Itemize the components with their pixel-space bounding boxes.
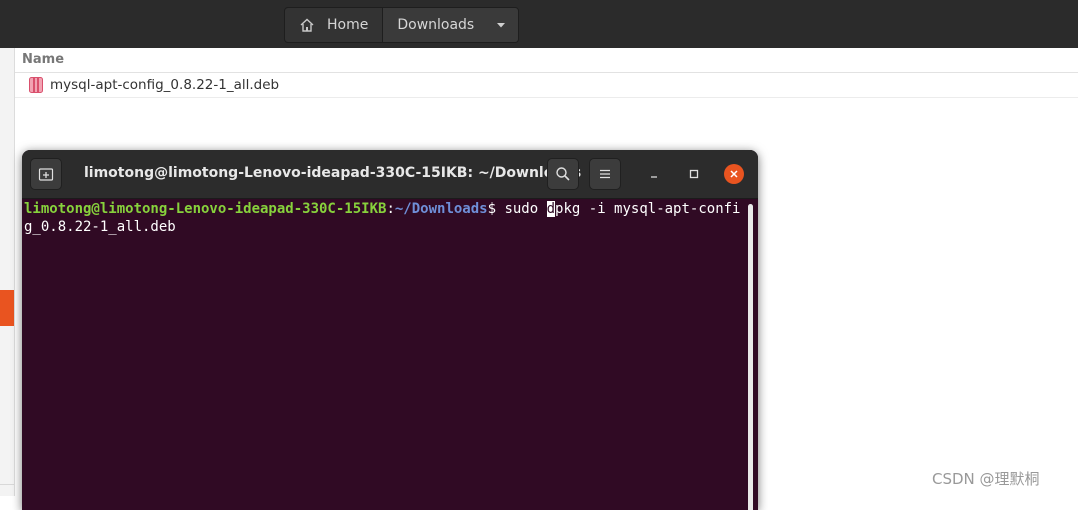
maximize-button[interactable] [684, 164, 704, 184]
sidebar-separator [0, 484, 14, 485]
csdn-watermark: CSDN @理默桐 [932, 470, 1040, 488]
terminal-window[interactable]: limotong@limotong-Lenovo-ideapad-330C-15… [22, 150, 758, 510]
maximize-icon [689, 169, 699, 179]
path-home-button[interactable]: Home [285, 8, 382, 42]
new-tab-button[interactable] [30, 158, 62, 190]
file-row[interactable]: mysql-apt-config_0.8.22-1_all.deb [15, 73, 1078, 98]
deb-package-icon [29, 77, 43, 93]
text-cursor: d [546, 201, 556, 217]
search-button[interactable] [547, 158, 579, 190]
prompt-dollar: $ [487, 201, 505, 217]
terminal-titlebar[interactable]: limotong@limotong-Lenovo-ideapad-330C-15… [22, 150, 758, 199]
terminal-output[interactable]: limotong@limotong-Lenovo-ideapad-330C-15… [24, 200, 746, 236]
search-icon [556, 167, 570, 181]
close-icon [730, 170, 738, 178]
minimize-button[interactable] [644, 164, 664, 184]
file-manager-headerbar: Home Downloads [0, 0, 1078, 49]
path-bar: Home Downloads [284, 7, 520, 43]
sidebar-selected-item[interactable] [0, 290, 14, 326]
chevron-down-icon[interactable] [496, 20, 506, 30]
column-header-label: Name [22, 52, 65, 67]
menu-button[interactable] [589, 158, 621, 190]
close-button[interactable] [724, 164, 744, 184]
prompt-separator: : [386, 201, 395, 217]
path-downloads-button[interactable]: Downloads [382, 8, 519, 42]
terminal-scrollbar[interactable] [748, 204, 753, 510]
sidebar [0, 48, 15, 496]
prompt-path: ~/Downloads [394, 201, 488, 217]
command-text-before-cursor: sudo [504, 201, 547, 217]
hamburger-menu-icon [600, 169, 610, 179]
path-downloads-label: Downloads [397, 17, 475, 33]
minimize-icon [651, 176, 657, 178]
file-name: mysql-apt-config_0.8.22-1_all.deb [50, 77, 280, 93]
terminal-title: limotong@limotong-Lenovo-ideapad-330C-15… [84, 165, 582, 181]
column-header-name[interactable]: Name [15, 48, 1078, 73]
new-tab-icon [38, 168, 54, 181]
home-icon [300, 18, 314, 32]
path-home-label: Home [327, 17, 369, 33]
prompt-user-host: limotong@limotong-Lenovo-ideapad-330C-15… [24, 201, 387, 217]
